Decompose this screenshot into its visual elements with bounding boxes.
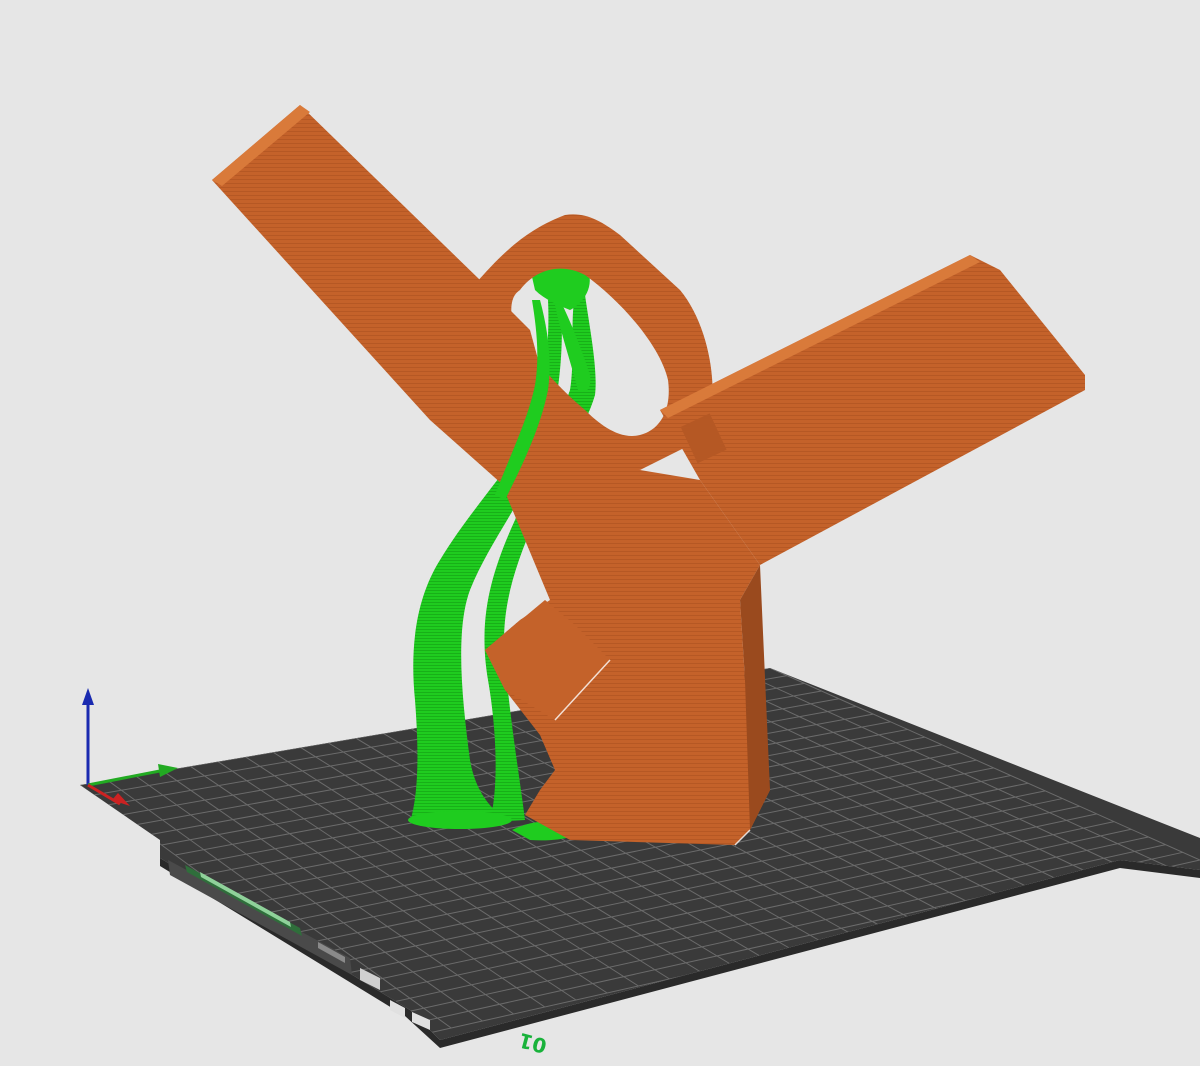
support-base-left bbox=[408, 811, 512, 829]
bed-label: 01 bbox=[516, 1028, 549, 1058]
3d-viewport[interactable]: 01 bbox=[0, 0, 1200, 1066]
scene-canvas[interactable]: 01 bbox=[0, 0, 1200, 1066]
z-axis-arrow bbox=[82, 688, 94, 705]
3d-model[interactable] bbox=[212, 105, 1085, 846]
